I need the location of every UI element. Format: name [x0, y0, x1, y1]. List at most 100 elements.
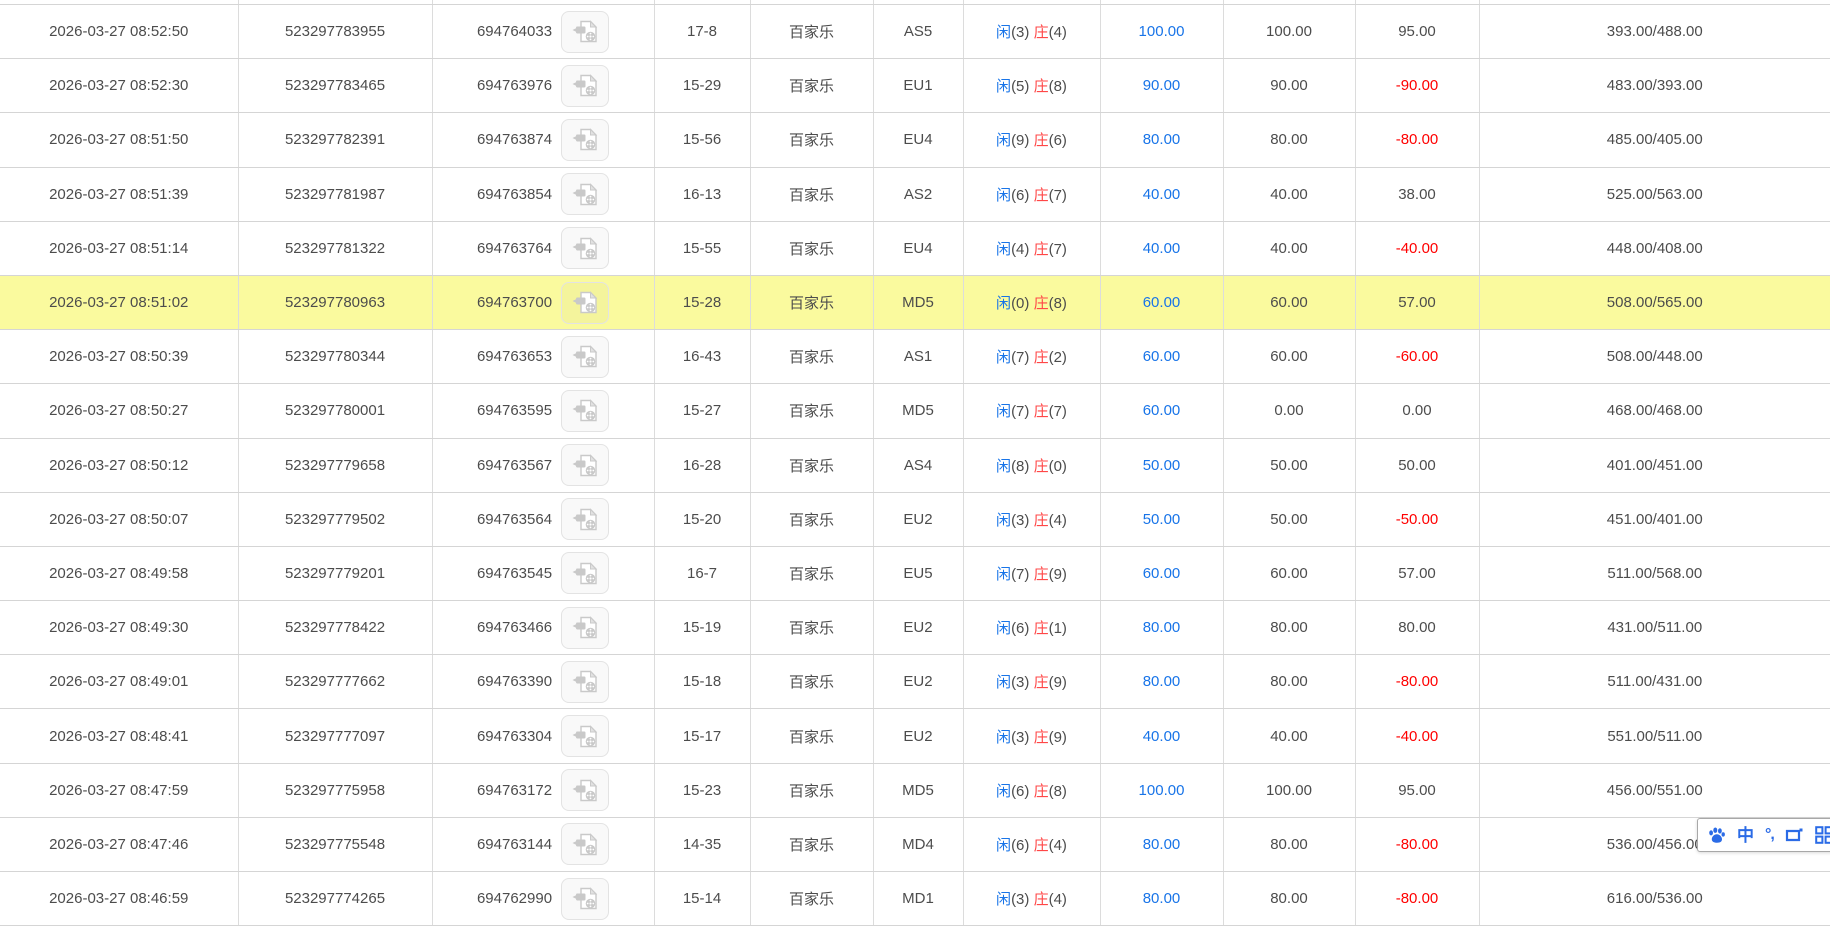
- player-label: 闲: [996, 566, 1011, 583]
- video-playback-button[interactable]: [561, 173, 609, 215]
- shoe-round-cell: 16-43: [654, 330, 750, 384]
- video-playback-button[interactable]: [561, 227, 609, 269]
- valid-amount-cell: 0.00: [1223, 384, 1355, 438]
- order-id-cell: 523297775958: [238, 763, 432, 817]
- video-playback-button[interactable]: [561, 444, 609, 486]
- video-playback-button[interactable]: [561, 390, 609, 432]
- video-playback-button[interactable]: [561, 65, 609, 107]
- bet-amount-link[interactable]: 60.00: [1143, 402, 1181, 419]
- game-type: 百家乐: [789, 566, 834, 583]
- bet-amount-link[interactable]: 100.00: [1139, 23, 1185, 40]
- table-row[interactable]: 2026-03-27 08:49:01 523297777662 6947633…: [0, 655, 1830, 709]
- order-id: 523297780963: [285, 294, 385, 311]
- shoe-round: 15-23: [683, 782, 721, 799]
- round-id-cell: 694763874: [432, 113, 654, 167]
- table-row[interactable]: 2026-03-27 08:46:59 523297774265 6947629…: [0, 872, 1830, 926]
- video-playback-button[interactable]: [561, 552, 609, 594]
- table-row[interactable]: 2026-03-27 08:50:07 523297779502 6947635…: [0, 492, 1830, 546]
- video-playback-button[interactable]: [561, 607, 609, 649]
- round-id-cell: 694763700: [432, 275, 654, 329]
- order-id: 523297775958: [285, 782, 385, 799]
- table-row[interactable]: 2026-03-27 08:49:58 523297779201 6947635…: [0, 546, 1830, 600]
- balance-before-after: 468.00/468.00: [1607, 402, 1703, 419]
- winloss-cell: -90.00: [1355, 59, 1479, 113]
- video-playback-button[interactable]: [561, 878, 609, 920]
- shoe-round: 15-17: [683, 728, 721, 745]
- result-cell: 闲(9) 庄(6): [963, 113, 1100, 167]
- table-row[interactable]: 2026-03-27 08:50:12 523297779658 6947635…: [0, 438, 1830, 492]
- bet-amount-link[interactable]: 80.00: [1143, 131, 1181, 148]
- winloss-cell: -80.00: [1355, 817, 1479, 871]
- game-type-cell: 百家乐: [750, 167, 873, 221]
- bet-amount-link[interactable]: 80.00: [1143, 836, 1181, 853]
- video-playback-icon: [572, 507, 599, 532]
- table-row[interactable]: 2026-03-27 08:50:27 523297780001 6947635…: [0, 384, 1830, 438]
- toolbox-grid-icon[interactable]: [1815, 826, 1830, 844]
- result-cell: 闲(7) 庄(9): [963, 546, 1100, 600]
- soft-keyboard-icon[interactable]: [1785, 826, 1804, 844]
- valid-amount-cell: 40.00: [1223, 221, 1355, 275]
- table-row[interactable]: 2026-03-27 08:48:41 523297777097 6947633…: [0, 709, 1830, 763]
- round-id: 694763854: [477, 186, 552, 203]
- bet-amount-cell: 100.00: [1100, 5, 1223, 59]
- bet-amount-link[interactable]: 100.00: [1139, 782, 1185, 799]
- banker-points: (1): [1049, 620, 1067, 637]
- valid-amount: 40.00: [1270, 728, 1308, 745]
- bet-amount-link[interactable]: 60.00: [1143, 348, 1181, 365]
- video-playback-button[interactable]: [561, 119, 609, 161]
- bet-amount-link[interactable]: 80.00: [1143, 890, 1181, 907]
- video-playback-button[interactable]: [561, 661, 609, 703]
- bet-amount-link[interactable]: 50.00: [1143, 457, 1181, 474]
- video-playback-button[interactable]: [561, 336, 609, 378]
- table-code-cell: EU5: [873, 546, 963, 600]
- bet-amount-link[interactable]: 60.00: [1143, 565, 1181, 582]
- valid-amount-cell: 100.00: [1223, 763, 1355, 817]
- video-playback-button[interactable]: [561, 769, 609, 811]
- order-id: 523297779658: [285, 457, 385, 474]
- table-row[interactable]: 2026-03-27 08:49:30 523297778422 6947634…: [0, 601, 1830, 655]
- bet-amount-link[interactable]: 40.00: [1143, 728, 1181, 745]
- video-playback-icon: [572, 398, 599, 423]
- punctuation-mode-icon[interactable]: °,: [1765, 827, 1774, 843]
- bet-amount-cell: 80.00: [1100, 601, 1223, 655]
- table-code: MD5: [902, 294, 934, 311]
- table-row[interactable]: 2026-03-27 08:51:50 523297782391 6947638…: [0, 113, 1830, 167]
- balance-cell: 616.00/536.00: [1479, 872, 1830, 926]
- table-row[interactable]: 2026-03-27 08:52:30 523297783465 6947639…: [0, 59, 1830, 113]
- video-playback-button[interactable]: [561, 715, 609, 757]
- table-row[interactable]: 2026-03-27 08:51:39 523297781987 6947638…: [0, 167, 1830, 221]
- chinese-mode-icon[interactable]: 中: [1737, 827, 1754, 844]
- winloss-amount: -40.00: [1396, 240, 1439, 257]
- player-label: 闲: [996, 132, 1011, 149]
- order-id-cell: 523297777662: [238, 655, 432, 709]
- table-code-cell: EU2: [873, 492, 963, 546]
- video-playback-button[interactable]: [561, 282, 609, 324]
- shoe-round-cell: 15-20: [654, 492, 750, 546]
- table-row[interactable]: 2026-03-27 08:51:14 523297781322 6947637…: [0, 221, 1830, 275]
- banker-label: 庄: [1034, 458, 1049, 475]
- table-code: MD5: [902, 782, 934, 799]
- shoe-round: 15-18: [683, 673, 721, 690]
- video-playback-button[interactable]: [561, 823, 609, 865]
- table-row[interactable]: 2026-03-27 08:51:02 523297780963 6947637…: [0, 275, 1830, 329]
- bet-amount-link[interactable]: 60.00: [1143, 294, 1181, 311]
- game-type-cell: 百家乐: [750, 5, 873, 59]
- winloss-cell: -80.00: [1355, 113, 1479, 167]
- table-row[interactable]: 2026-03-27 08:47:59 523297775958 6947631…: [0, 763, 1830, 817]
- table-row[interactable]: 2026-03-27 08:47:46 523297775548 6947631…: [0, 817, 1830, 871]
- round-id: 694763172: [477, 782, 552, 799]
- table-row[interactable]: 2026-03-27 08:50:39 523297780344 6947636…: [0, 330, 1830, 384]
- table-code-cell: EU1: [873, 59, 963, 113]
- bet-amount-link[interactable]: 50.00: [1143, 511, 1181, 528]
- bet-amount-link[interactable]: 90.00: [1143, 77, 1181, 94]
- bet-amount-link[interactable]: 80.00: [1143, 673, 1181, 690]
- bet-amount-link[interactable]: 80.00: [1143, 619, 1181, 636]
- bet-amount-link[interactable]: 40.00: [1143, 240, 1181, 257]
- video-playback-button[interactable]: [561, 498, 609, 540]
- round-id-cell: 694763304: [432, 709, 654, 763]
- baidu-logo-icon[interactable]: [1707, 826, 1726, 844]
- baidu-ime-toolbar[interactable]: 中 °,: [1697, 818, 1830, 852]
- bet-amount-link[interactable]: 40.00: [1143, 186, 1181, 203]
- video-playback-button[interactable]: [561, 11, 609, 53]
- table-row[interactable]: 2026-03-27 08:52:50 523297783955 6947640…: [0, 5, 1830, 59]
